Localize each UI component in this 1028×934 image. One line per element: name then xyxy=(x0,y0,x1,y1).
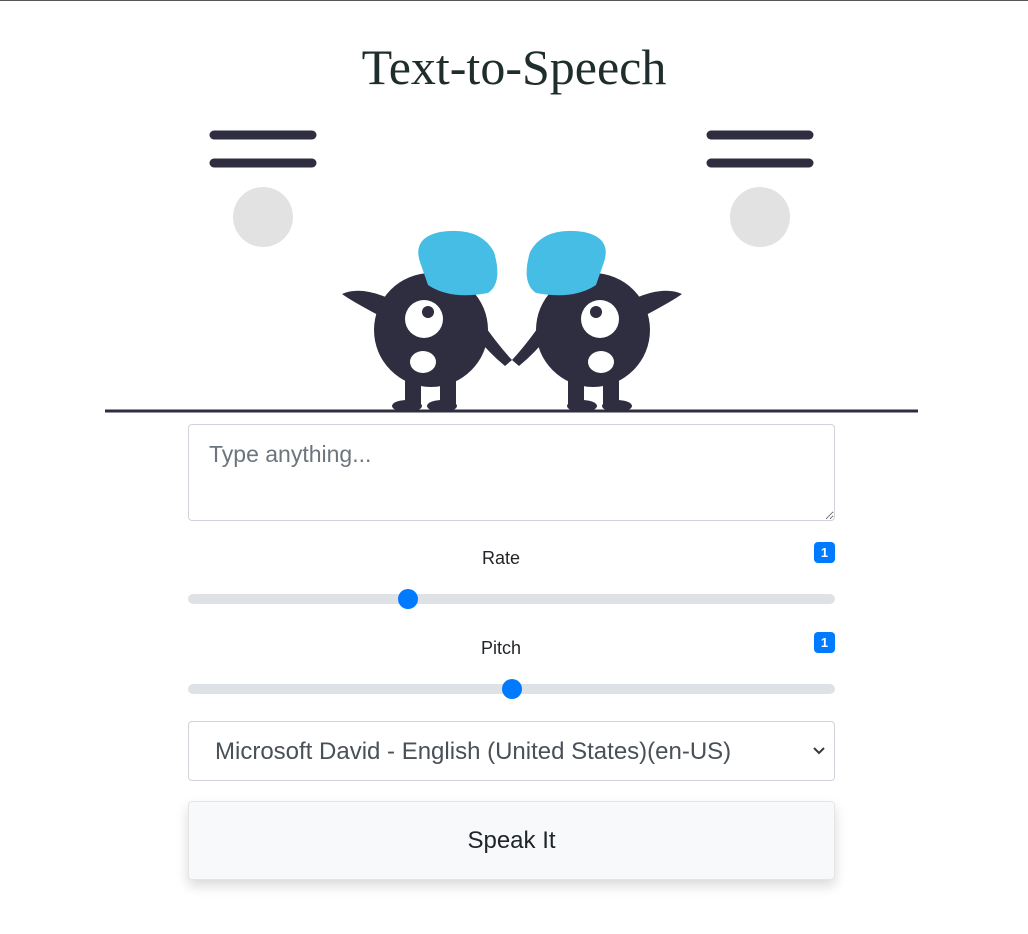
voice-select-value: Microsoft David - English (United States… xyxy=(215,738,732,765)
pitch-slider-thumb[interactable] xyxy=(501,679,522,699)
text-input[interactable] xyxy=(188,424,835,521)
speak-button[interactable]: Speak It xyxy=(188,801,835,880)
creature-left-icon xyxy=(342,230,512,412)
lamp-left-icon xyxy=(209,130,317,247)
lamp-right-icon xyxy=(706,130,814,247)
rate-slider[interactable] xyxy=(188,589,835,609)
illustration xyxy=(105,130,918,413)
rate-slider-thumb[interactable] xyxy=(397,589,418,609)
chevron-down-icon xyxy=(813,747,825,755)
rate-value-badge: 1 xyxy=(814,542,835,563)
voice-select[interactable]: Microsoft David - English (United States… xyxy=(188,721,835,781)
pitch-slider[interactable] xyxy=(188,679,835,699)
pitch-label: Pitch xyxy=(480,638,522,658)
creature-right-icon xyxy=(512,230,682,412)
pitch-value-badge: 1 xyxy=(814,632,835,653)
rate-label: Rate xyxy=(481,548,521,568)
